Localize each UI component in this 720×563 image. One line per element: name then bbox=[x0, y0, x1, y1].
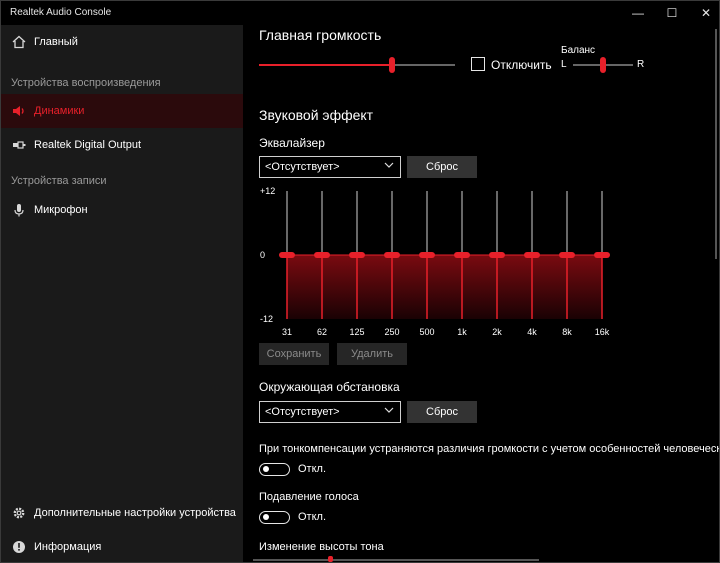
environment-reset-button[interactable]: Сброс bbox=[407, 401, 477, 423]
eq-x-tick-label: 8k bbox=[562, 327, 572, 337]
eq-x-tick-label: 62 bbox=[317, 327, 327, 337]
close-icon: ✕ bbox=[700, 6, 712, 20]
minimize-button[interactable]: — bbox=[621, 1, 655, 25]
delete-preset-button[interactable]: Удалить bbox=[337, 343, 407, 365]
maximize-icon: ☐ bbox=[666, 6, 678, 20]
minimize-icon: — bbox=[632, 6, 644, 20]
eq-x-tick-label: 4k bbox=[527, 327, 537, 337]
title-bar: Realtek Audio Console — ☐ ✕ bbox=[1, 1, 719, 25]
pitch-label: Изменение высоты тона bbox=[259, 541, 384, 553]
eq-x-tick-label: 250 bbox=[384, 327, 399, 337]
digital-output-icon bbox=[11, 137, 27, 153]
eq-x-tick-label: 31 bbox=[282, 327, 292, 337]
equalizer-chart[interactable]: +12 0 -12 31 62 125 250 500 1k 2k 4k 8k 16k bbox=[243, 25, 720, 365]
loudness-toggle[interactable] bbox=[259, 463, 290, 476]
voice-cancel-label: Подавление голоса bbox=[259, 491, 359, 503]
microphone-icon bbox=[11, 202, 27, 218]
app-window: Realtek Audio Console — ☐ ✕ Главный Устр… bbox=[0, 0, 720, 563]
close-button[interactable]: ✕ bbox=[689, 1, 719, 25]
eq-x-tick-label: 2k bbox=[492, 327, 502, 337]
sidebar-item-label: Информация bbox=[34, 541, 102, 553]
sidebar-item-label: Дополнительные настройки устройства bbox=[34, 507, 236, 519]
eq-x-tick-label: 1k bbox=[457, 327, 467, 337]
gear-icon bbox=[11, 505, 27, 521]
pitch-thumb[interactable] bbox=[328, 556, 333, 562]
environment-preset-value: <Отсутствует> bbox=[265, 406, 340, 418]
eq-x-tick-label: 125 bbox=[349, 327, 364, 337]
voice-cancel-toggle[interactable] bbox=[259, 511, 290, 524]
voice-cancel-state: Откл. bbox=[298, 511, 327, 523]
equalizer-area bbox=[287, 255, 602, 319]
eq-y-tick-label: 0 bbox=[260, 250, 265, 260]
sidebar-item-info[interactable]: Информация bbox=[1, 530, 243, 562]
sidebar-item-home[interactable]: Главный bbox=[1, 25, 243, 59]
sidebar: Главный Устройства воспроизведения Динам… bbox=[1, 25, 243, 562]
sidebar-item-label: Динамики bbox=[34, 105, 85, 117]
app-title: Realtek Audio Console bbox=[10, 7, 112, 18]
chevron-down-icon bbox=[384, 406, 394, 417]
sidebar-item-label: Главный bbox=[34, 36, 78, 48]
recording-section-label: Устройства записи bbox=[11, 175, 107, 187]
pitch-slider[interactable] bbox=[253, 556, 539, 562]
eq-x-tick-label: 16k bbox=[595, 327, 610, 337]
maximize-button[interactable]: ☐ bbox=[655, 1, 689, 25]
sidebar-item-microphone[interactable]: Микрофон bbox=[1, 193, 243, 227]
sidebar-item-speakers[interactable]: Динамики bbox=[1, 94, 243, 128]
save-preset-button[interactable]: Сохранить bbox=[259, 343, 329, 365]
main-content: Главная громкость Отключить Баланс L R З… bbox=[243, 25, 720, 562]
sidebar-item-digital-output[interactable]: Realtek Digital Output bbox=[1, 128, 243, 162]
toggle-knob bbox=[263, 514, 269, 520]
environment-title: Окружающая обстановка bbox=[259, 380, 400, 394]
eq-y-tick-label: +12 bbox=[260, 186, 275, 196]
sidebar-item-advanced[interactable]: Дополнительные настройки устройства bbox=[1, 496, 243, 530]
loudness-description: При тонкомпенсации устраняются различия … bbox=[259, 443, 720, 455]
eq-y-tick-label: -12 bbox=[260, 314, 273, 324]
loudness-state: Откл. bbox=[298, 463, 327, 475]
speaker-icon bbox=[11, 103, 27, 119]
home-icon bbox=[11, 34, 27, 50]
toggle-knob bbox=[263, 466, 269, 472]
environment-preset-dropdown[interactable]: <Отсутствует> bbox=[259, 401, 401, 423]
sidebar-item-label: Микрофон bbox=[34, 204, 88, 216]
playback-section-label: Устройства воспроизведения bbox=[11, 77, 161, 89]
eq-x-tick-label: 500 bbox=[419, 327, 434, 337]
info-icon bbox=[11, 539, 27, 555]
sidebar-item-label: Realtek Digital Output bbox=[34, 139, 141, 151]
